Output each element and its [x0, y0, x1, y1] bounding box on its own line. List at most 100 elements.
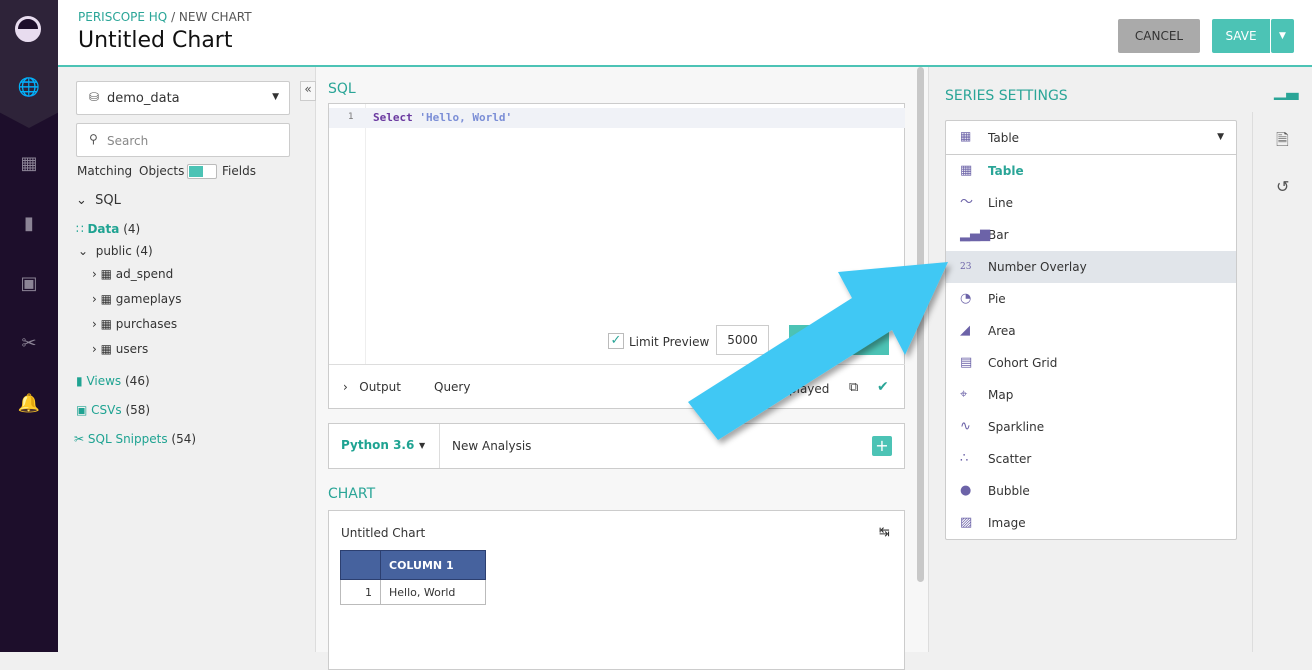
breadcrumb: PERISCOPE HQ / NEW CHART — [78, 10, 252, 24]
globe-icon[interactable]: 🌐 — [17, 76, 41, 100]
run-button[interactable] — [789, 325, 889, 355]
chart-type-option[interactable]: ⌖ Map — [946, 379, 1236, 411]
bubble-icon: ● — [960, 483, 972, 498]
chart-type-label: Bar — [988, 228, 1009, 242]
snippets-item[interactable]: ✂ SQL Snippets (54) — [74, 432, 196, 446]
column-header: COLUMN 1 — [380, 550, 486, 580]
map-pin-icon: ⌖ — [960, 387, 968, 402]
chart-type-option[interactable]: ▨ Image — [946, 507, 1236, 539]
chart-type-label: Area — [988, 324, 1016, 338]
sql-editor[interactable]: 1 Select 'Hello, World' ✓ Limit Preview … — [328, 103, 905, 409]
table-item[interactable]: › ▦ ad_spend — [92, 267, 173, 281]
table-icon: ▦ — [100, 342, 112, 356]
chart-type-option[interactable]: ◢ Area — [946, 315, 1236, 347]
search-placeholder: Search — [107, 134, 149, 148]
views-item[interactable]: ▮ Views (46) — [76, 374, 150, 388]
scissors-icon: ✂ — [74, 432, 85, 446]
chart-type-option[interactable]: 23 Number Overlay — [946, 251, 1236, 283]
analysis-name[interactable]: New Analysis — [452, 439, 531, 453]
chart-type-option[interactable]: ▂▄▆ Bar — [946, 219, 1236, 251]
breadcrumb-current: NEW CHART — [178, 10, 252, 24]
table-icon: ▦ — [100, 317, 112, 331]
output-toggle[interactable]: › Output — [343, 380, 401, 394]
chart-type-label: Table — [988, 164, 1024, 178]
schema-label: public — [95, 244, 132, 258]
chart-type-label: Number Overlay — [988, 260, 1087, 274]
chart-type-option[interactable]: 〜 Line — [946, 187, 1236, 219]
chart-type-option[interactable]: ● Bubble — [946, 475, 1236, 507]
fields-label: Fields — [222, 164, 256, 178]
grid-icon: ∷ — [76, 222, 84, 236]
scatter-icon: ∴ — [960, 451, 969, 466]
chart-section-label: CHART — [328, 486, 376, 502]
table-row: 1 Hello, World — [340, 579, 486, 605]
copy-icon[interactable]: ⧉ — [849, 380, 858, 395]
objects-label: Objects — [139, 164, 185, 178]
chart-type-option[interactable]: ∴ Scatter — [946, 443, 1236, 475]
csv-icon[interactable]: ▣ — [17, 272, 41, 296]
page-title[interactable]: Untitled Chart — [78, 28, 232, 53]
data-count: (4) — [123, 222, 141, 236]
chart-type-label: Cohort Grid — [988, 356, 1058, 370]
table-icon: ▦ — [100, 292, 112, 306]
data-label: Data — [87, 222, 120, 236]
cancel-button[interactable]: CANCEL — [1118, 19, 1200, 53]
table-item[interactable]: › ▦ gameplays — [92, 292, 182, 306]
scrollbar[interactable] — [917, 67, 924, 582]
table-item[interactable]: › ▦ purchases — [92, 317, 177, 331]
query-tab[interactable]: Query — [434, 380, 470, 394]
chart-type-option[interactable]: ▦ Table — [946, 155, 1236, 187]
history-icon[interactable]: ↺ — [1276, 177, 1289, 196]
cell-value: Hello, World — [380, 579, 486, 605]
chart-type-option[interactable]: ◔ Pie — [946, 283, 1236, 315]
search-icon: ⚲ — [89, 132, 98, 146]
breadcrumb-root[interactable]: PERISCOPE HQ — [78, 10, 167, 24]
header: PERISCOPE HQ / NEW CHART Untitled Chart … — [58, 0, 1312, 67]
data-item[interactable]: ∷ Data (4) — [76, 222, 140, 236]
save-dropdown-button[interactable]: ▼ — [1271, 19, 1294, 53]
table-item[interactable]: › ▦ users — [92, 342, 148, 356]
sparkline-icon: ∿ — [960, 419, 971, 434]
search-input[interactable]: ⚲ Search — [76, 123, 290, 157]
image-icon: ▨ — [960, 515, 973, 530]
dashboard-icon[interactable]: ▦ — [17, 152, 41, 176]
chevron-down-icon: ▼ — [1217, 132, 1224, 142]
scissors-icon[interactable]: ✂ — [17, 332, 41, 356]
save-button[interactable]: SAVE — [1212, 19, 1270, 53]
chart-type-menu: ▦ Table 〜 Line ▂▄▆ Bar 23 Number Overlay ◔ Pie ◢ Ar… — [945, 154, 1237, 540]
snippets-label: SQL Snippets — [87, 432, 168, 446]
chart-type-option[interactable]: ∿ Sparkline — [946, 411, 1236, 443]
bookmark-icon: ▮ — [76, 374, 83, 388]
chart-edit-icon[interactable]: ↹ — [879, 525, 890, 540]
schema-public[interactable]: ⌄ public (4) — [78, 244, 153, 258]
chart-type-select[interactable]: ▦ Table ▼ — [945, 120, 1237, 155]
cohort-grid-icon: ▤ — [960, 355, 973, 370]
collapse-sidebar-button[interactable]: « — [300, 81, 316, 101]
limit-input[interactable]: 5000 — [716, 325, 769, 355]
chart-type-label: Map — [988, 388, 1014, 402]
settings-document-icon[interactable]: 🗎 — [1276, 129, 1289, 156]
bar-chart-icon[interactable]: ▁▃ — [1274, 81, 1299, 100]
python-version-select[interactable]: Python 3.6 ▼ — [329, 424, 440, 468]
chevron-down-icon: ▼ — [272, 92, 279, 102]
python-bar: Python 3.6 ▼ New Analysis + — [328, 423, 905, 469]
logo-icon[interactable] — [15, 16, 41, 42]
database-select[interactable]: ⛁ demo_data ▼ — [76, 81, 290, 115]
sql-section-toggle[interactable]: ⌄ SQL — [76, 193, 121, 208]
chart-type-label: Line — [988, 196, 1014, 210]
csvs-item[interactable]: ▣ CSVs (58) — [76, 403, 150, 417]
chart-type-option[interactable]: ▤ Cohort Grid — [946, 347, 1236, 379]
number-overlay-icon: 23 — [960, 262, 972, 272]
database-name: demo_data — [107, 91, 180, 106]
bell-icon[interactable]: 🔔 — [17, 392, 41, 416]
bookmark-icon[interactable]: ▮ — [17, 212, 41, 236]
chart-type-label: Pie — [988, 292, 1006, 306]
table-name: users — [115, 342, 149, 356]
right-rail: ▁▃ 🗎 ↺ — [1252, 67, 1312, 652]
csvs-count: (58) — [125, 403, 151, 417]
add-analysis-button[interactable]: + — [872, 436, 892, 456]
limit-preview-checkbox[interactable]: ✓ — [608, 333, 624, 349]
csv-icon: ▣ — [76, 403, 88, 417]
matching-toggle[interactable] — [187, 164, 217, 179]
table-icon: ▦ — [960, 129, 972, 143]
